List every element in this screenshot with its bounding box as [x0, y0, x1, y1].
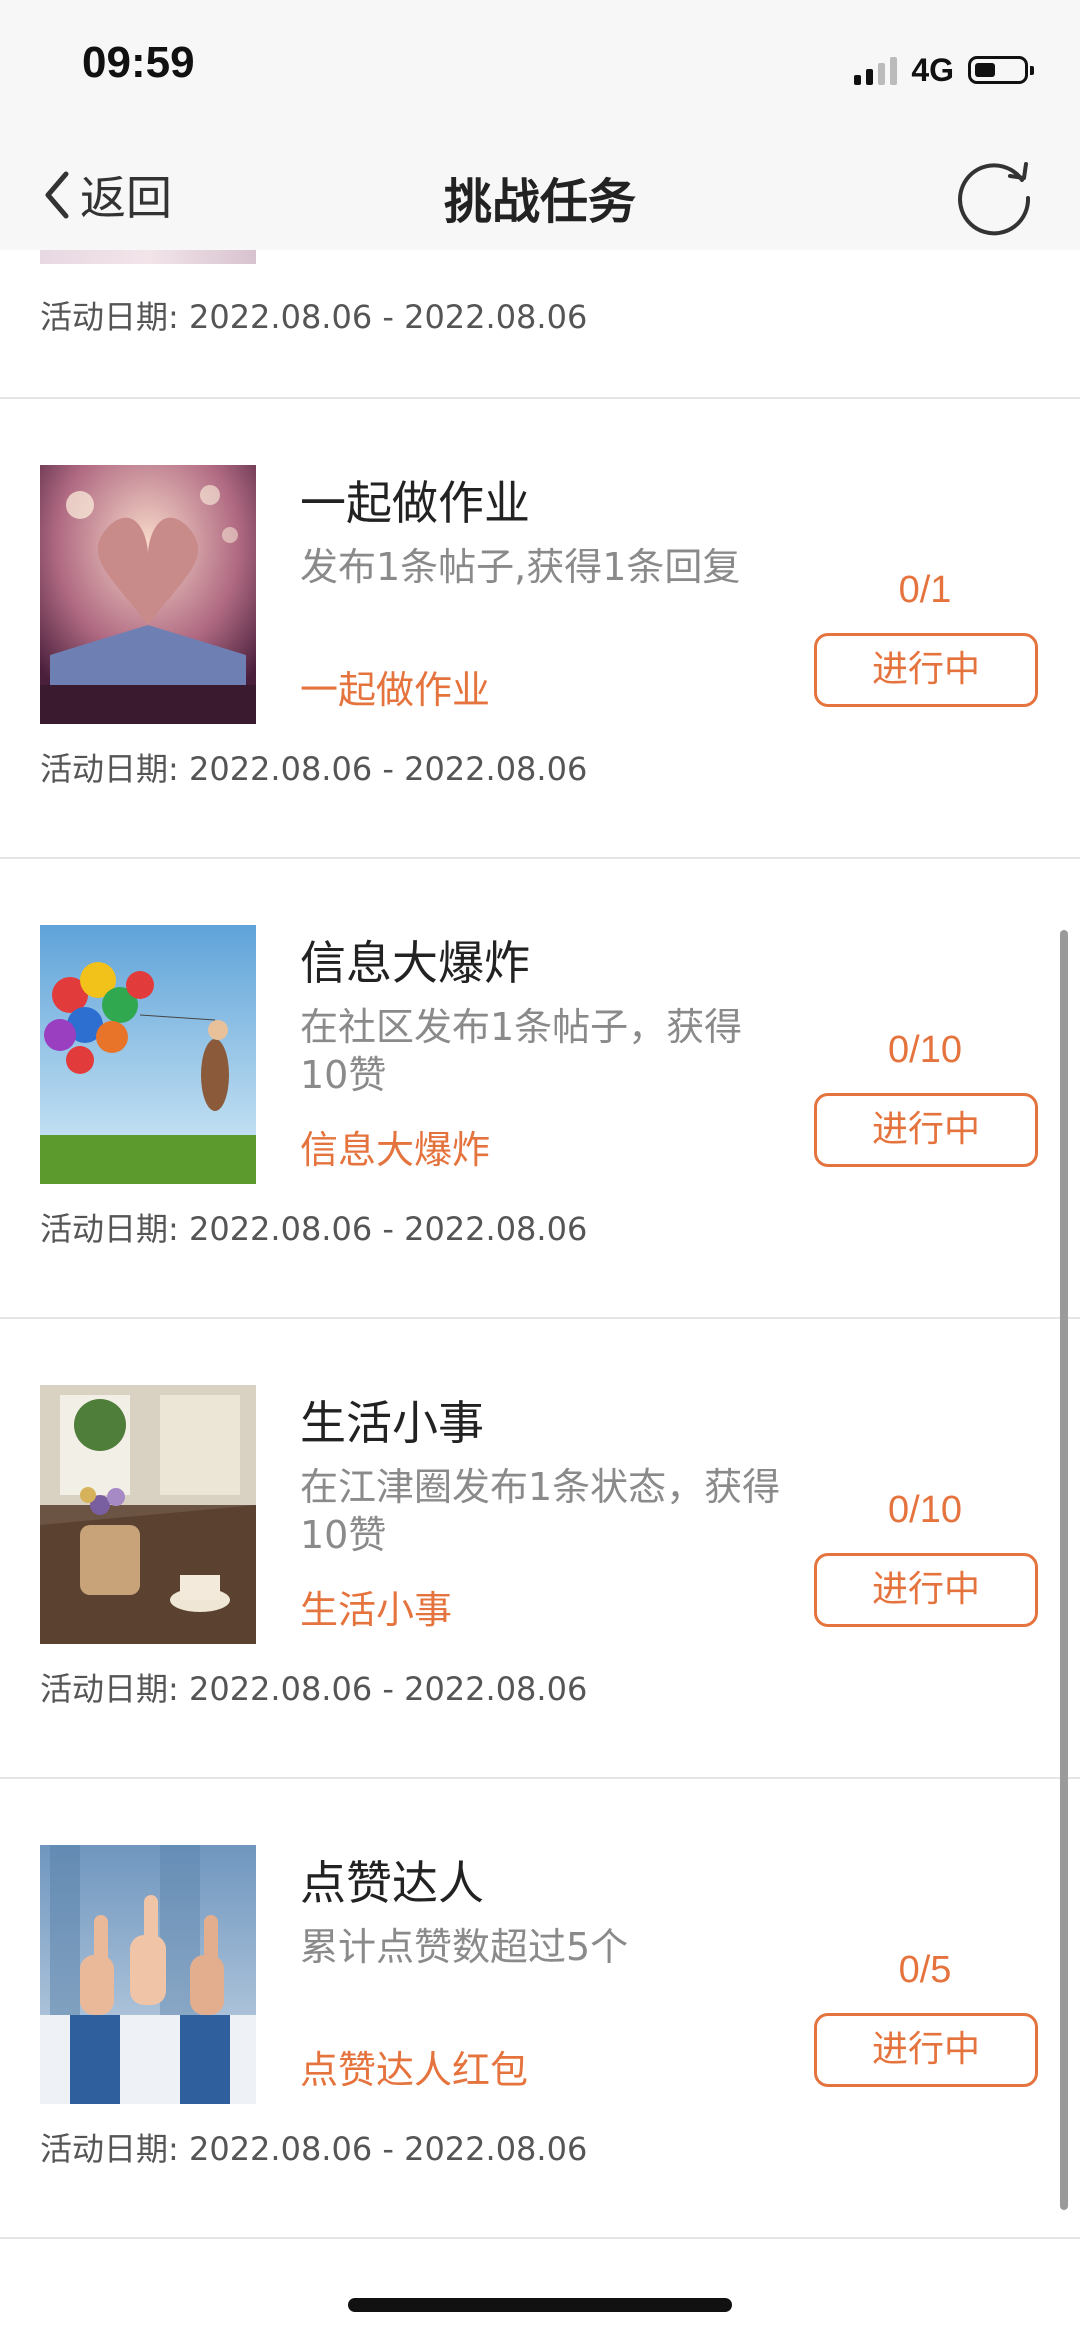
task-progress: 0/10: [888, 1489, 962, 1531]
date-label: 活动日期:: [40, 298, 179, 336]
date-label: 活动日期:: [40, 1670, 179, 1708]
task-reward: 生活小事: [300, 1588, 453, 1632]
task-title: 生活小事: [300, 1396, 484, 1450]
task-title: 信息大爆炸: [300, 936, 530, 990]
activity-date: 活动日期: 2022.08.06 - 2022.08.06: [40, 1664, 587, 1710]
balloons-image: [40, 925, 256, 1184]
date-label: 活动日期:: [40, 750, 179, 788]
battery-icon: [968, 56, 1034, 84]
task-progress: 0/5: [898, 1949, 952, 1991]
task-card[interactable]: 点赞达人 累计点赞数超过5个 点赞达人红包 0/5 进行中 活动日期: 2022…: [0, 1779, 1080, 2237]
date-range: 2022.08.06 - 2022.08.06: [188, 1670, 588, 1708]
page-title: 挑战任务: [443, 174, 636, 230]
date-range: 2022.08.06 - 2022.08.06: [188, 750, 588, 788]
date-range: 2022.08.06 - 2022.08.06: [188, 298, 588, 336]
nav-bar: 返回 挑战任务: [0, 140, 1080, 250]
date-range: 2022.08.06 - 2022.08.06: [188, 1210, 588, 1248]
divider: [0, 2237, 1080, 2239]
date-label: 活动日期:: [40, 1210, 179, 1248]
status-button[interactable]: 进行中: [814, 1553, 1038, 1627]
status-button[interactable]: 进行中: [814, 2013, 1038, 2087]
status-indicators: 4G: [854, 48, 1034, 92]
task-description: 在江津圈发布1条状态，获得10赞: [300, 1465, 781, 1557]
task-progress: 0/10: [888, 1029, 962, 1071]
task-title: 一起做作业: [300, 476, 530, 530]
activity-date: 活动日期: 2022.08.06 - 2022.08.06: [40, 292, 587, 338]
task-reward: 点赞达人红包: [300, 2048, 529, 2092]
refresh-icon[interactable]: [950, 150, 1040, 240]
status-bar: 09:59 4G: [0, 0, 1080, 140]
task-reward: 信息大爆炸: [300, 1128, 491, 1172]
home-indicator[interactable]: [348, 2298, 732, 2312]
tabletop-flowers-image: [40, 1385, 256, 1644]
network-label: 4G: [911, 51, 954, 88]
task-title: 点赞达人: [300, 1856, 484, 1910]
signal-icon: [854, 55, 898, 85]
status-time: 09:59: [82, 38, 195, 87]
date-range: 2022.08.06 - 2022.08.06: [188, 2130, 588, 2168]
task-card[interactable]: 生活小事 在江津圈发布1条状态，获得10赞 生活小事 0/10 进行中 活动日期…: [0, 1319, 1080, 1777]
status-button[interactable]: 进行中: [814, 1093, 1038, 1167]
task-description: 累计点赞数超过5个: [300, 1925, 629, 1969]
task-description: 发布1条帖子,获得1条回复: [300, 545, 741, 589]
activity-date: 活动日期: 2022.08.06 - 2022.08.06: [40, 2124, 587, 2170]
task-card[interactable]: 信息大爆炸 在社区发布1条帖子，获得10赞 信息大爆炸 0/10 进行中 活动日…: [0, 859, 1080, 1317]
task-reward: 一起做作业: [300, 668, 491, 712]
scrollbar[interactable]: [1060, 930, 1068, 2210]
task-card[interactable]: 一起做作业 发布1条帖子,获得1条回复 一起做作业 0/1 进行中 活动日期: …: [0, 399, 1080, 857]
task-description: 在社区发布1条帖子，获得10赞: [300, 1005, 743, 1097]
activity-date: 活动日期: 2022.08.06 - 2022.08.06: [40, 744, 587, 790]
thumbs-up-image: [40, 1845, 256, 2104]
date-label: 活动日期:: [40, 2130, 179, 2168]
activity-date: 活动日期: 2022.08.06 - 2022.08.06: [40, 1204, 587, 1250]
heart-book-image: [40, 465, 256, 724]
task-progress: 0/1: [898, 569, 952, 611]
status-button[interactable]: 进行中: [814, 633, 1038, 707]
